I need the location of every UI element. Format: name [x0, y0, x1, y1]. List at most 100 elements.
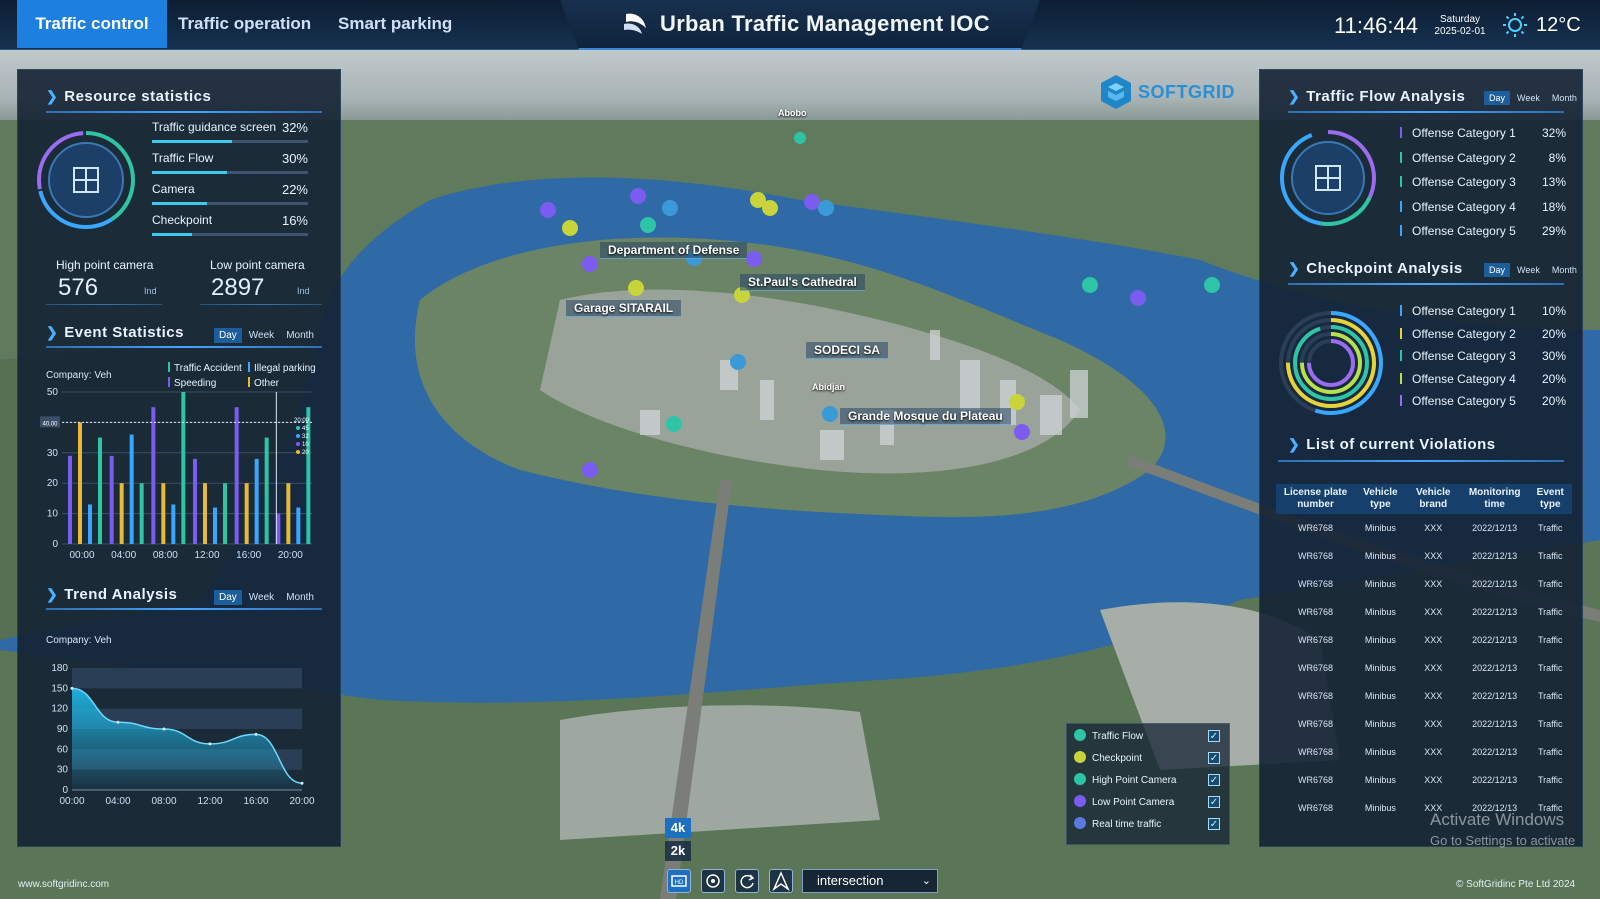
bar[interactable]	[119, 483, 124, 544]
bar[interactable]	[254, 458, 259, 544]
map-layer-checkbox[interactable]: ✓	[1208, 774, 1220, 786]
low-camera-marker[interactable]	[582, 462, 598, 478]
checkpoint-marker[interactable]	[562, 220, 578, 236]
traffic-flow-marker[interactable]	[794, 132, 806, 144]
tab-smart-parking[interactable]: Smart parking	[326, 0, 464, 48]
bar[interactable]	[223, 483, 227, 544]
footer-website[interactable]: www.softgridinc.com	[18, 879, 109, 890]
map-label-abobo[interactable]: Abobo	[778, 108, 807, 118]
bar[interactable]	[203, 483, 207, 544]
violations-column-header[interactable]: Vehicle brand	[1405, 484, 1461, 514]
bar[interactable]	[213, 507, 217, 544]
table-row[interactable]: WR6768 Minibus XXX 2022/12/13 Traffic	[1276, 598, 1572, 626]
map-label-st-pauls-cathedral[interactable]: St.Paul's Cathedral	[740, 274, 865, 291]
low-camera-marker[interactable]	[540, 202, 556, 218]
high-camera-marker[interactable]	[730, 354, 746, 370]
traffic-flow-marker[interactable]	[1082, 277, 1098, 293]
table-row[interactable]: WR6768 Minibus XXX 2022/12/13 Traffic	[1276, 514, 1572, 542]
table-row[interactable]: WR6768 Minibus XXX 2022/12/13 Traffic	[1276, 654, 1572, 682]
bar[interactable]	[244, 483, 249, 544]
period-week-button[interactable]: Week	[1512, 91, 1545, 105]
map-layer-row[interactable]: Real time traffic	[1074, 817, 1161, 830]
period-month-button[interactable]: Month	[1547, 91, 1582, 105]
map-layer-row[interactable]: High Point Camera	[1074, 773, 1176, 786]
trend-point[interactable]	[162, 727, 166, 731]
bar[interactable]	[78, 422, 82, 544]
map-layer-checkbox[interactable]: ✓	[1208, 818, 1220, 830]
bar[interactable]	[234, 407, 239, 544]
bar[interactable]	[129, 434, 134, 544]
map-label-sodeci-sa[interactable]: SODECI SA	[806, 342, 889, 359]
period-month-button[interactable]: Month	[281, 328, 319, 343]
table-row[interactable]: WR6768 Minibus XXX 2022/12/13 Traffic	[1276, 626, 1572, 654]
resolution-2k-button[interactable]: 2k	[665, 841, 691, 861]
period-month-button[interactable]: Month	[1547, 263, 1582, 277]
period-week-button[interactable]: Week	[1512, 263, 1545, 277]
map-label-abidjan[interactable]: Abidjan	[812, 382, 845, 392]
bar[interactable]	[276, 513, 281, 544]
view-mode-select[interactable]: intersection ⌄	[802, 869, 938, 893]
bar[interactable]	[139, 483, 144, 544]
traffic-flow-marker[interactable]	[640, 217, 656, 233]
traffic-flow-marker[interactable]	[1204, 277, 1220, 293]
violations-column-header[interactable]: Monitoring time	[1460, 484, 1529, 514]
low-camera-marker[interactable]	[582, 256, 598, 272]
high-camera-marker[interactable]	[822, 406, 838, 422]
period-week-button[interactable]: Week	[244, 328, 279, 343]
map-layer-checkbox[interactable]: ✓	[1208, 752, 1220, 764]
trend-point[interactable]	[116, 720, 120, 724]
table-row[interactable]: WR6768 Minibus XXX 2022/12/13 Traffic	[1276, 738, 1572, 766]
high-camera-marker[interactable]	[662, 200, 678, 216]
checkpoint-marker[interactable]	[762, 200, 778, 216]
map-label-grande-mosque[interactable]: Grande Mosque du Plateau	[840, 408, 1011, 425]
map-layer-checkbox[interactable]: ✓	[1208, 796, 1220, 808]
checkpoint-marker[interactable]	[1009, 394, 1025, 410]
bar[interactable]	[151, 407, 156, 544]
period-week-button[interactable]: Week	[244, 590, 279, 605]
table-row[interactable]: WR6768 Minibus XXX 2022/12/13 Traffic	[1276, 570, 1572, 598]
bar[interactable]	[161, 483, 166, 544]
bar[interactable]	[98, 437, 102, 544]
bar[interactable]	[264, 437, 269, 544]
trend-point[interactable]	[70, 686, 74, 690]
period-day-button[interactable]: Day	[1484, 91, 1511, 105]
bar[interactable]	[88, 504, 92, 544]
trend-point[interactable]	[208, 742, 212, 746]
low-camera-marker[interactable]	[746, 251, 762, 267]
hd-view-icon[interactable]: HD	[667, 869, 691, 893]
compass-icon[interactable]	[769, 869, 793, 893]
map-label-garage-sitarail[interactable]: Garage SITARAIL	[566, 300, 682, 317]
map-label-department-of-defense[interactable]: Department of Defense	[600, 242, 748, 259]
bar[interactable]	[296, 507, 301, 544]
checkpoint-marker[interactable]	[628, 280, 644, 296]
table-row[interactable]: WR6768 Minibus XXX 2022/12/13 Traffic	[1276, 766, 1572, 794]
table-row[interactable]: WR6768 Minibus XXX 2022/12/13 Traffic	[1276, 710, 1572, 738]
map-layer-row[interactable]: Traffic Flow	[1074, 729, 1143, 742]
resolution-4k-button[interactable]: 4k	[665, 818, 691, 838]
low-camera-marker[interactable]	[804, 194, 820, 210]
locate-icon[interactable]	[701, 869, 725, 893]
table-row[interactable]: WR6768 Minibus XXX 2022/12/13 Traffic	[1276, 682, 1572, 710]
period-day-button[interactable]: Day	[214, 590, 242, 605]
low-camera-marker[interactable]	[630, 188, 646, 204]
tab-traffic-operation[interactable]: Traffic operation	[166, 0, 323, 48]
tab-traffic-control[interactable]: Traffic control	[17, 0, 167, 48]
traffic-flow-marker[interactable]	[666, 416, 682, 432]
period-day-button[interactable]: Day	[214, 328, 242, 343]
map-layer-row[interactable]: Low Point Camera	[1074, 795, 1174, 808]
period-day-button[interactable]: Day	[1484, 263, 1511, 277]
bar[interactable]	[193, 458, 197, 544]
bar[interactable]	[181, 392, 186, 544]
trend-point[interactable]	[300, 781, 304, 785]
rotate-icon[interactable]	[735, 869, 759, 893]
bar[interactable]	[171, 504, 176, 544]
period-month-button[interactable]: Month	[281, 590, 319, 605]
high-camera-marker[interactable]	[818, 200, 834, 216]
table-row[interactable]: WR6768 Minibus XXX 2022/12/13 Traffic	[1276, 542, 1572, 570]
map-layer-checkbox[interactable]: ✓	[1208, 730, 1220, 742]
map-layer-row[interactable]: Checkpoint	[1074, 751, 1142, 764]
violations-column-header[interactable]: License plate number	[1276, 484, 1356, 514]
bar[interactable]	[286, 483, 291, 544]
bar[interactable]	[109, 455, 114, 544]
low-camera-marker[interactable]	[1130, 290, 1146, 306]
